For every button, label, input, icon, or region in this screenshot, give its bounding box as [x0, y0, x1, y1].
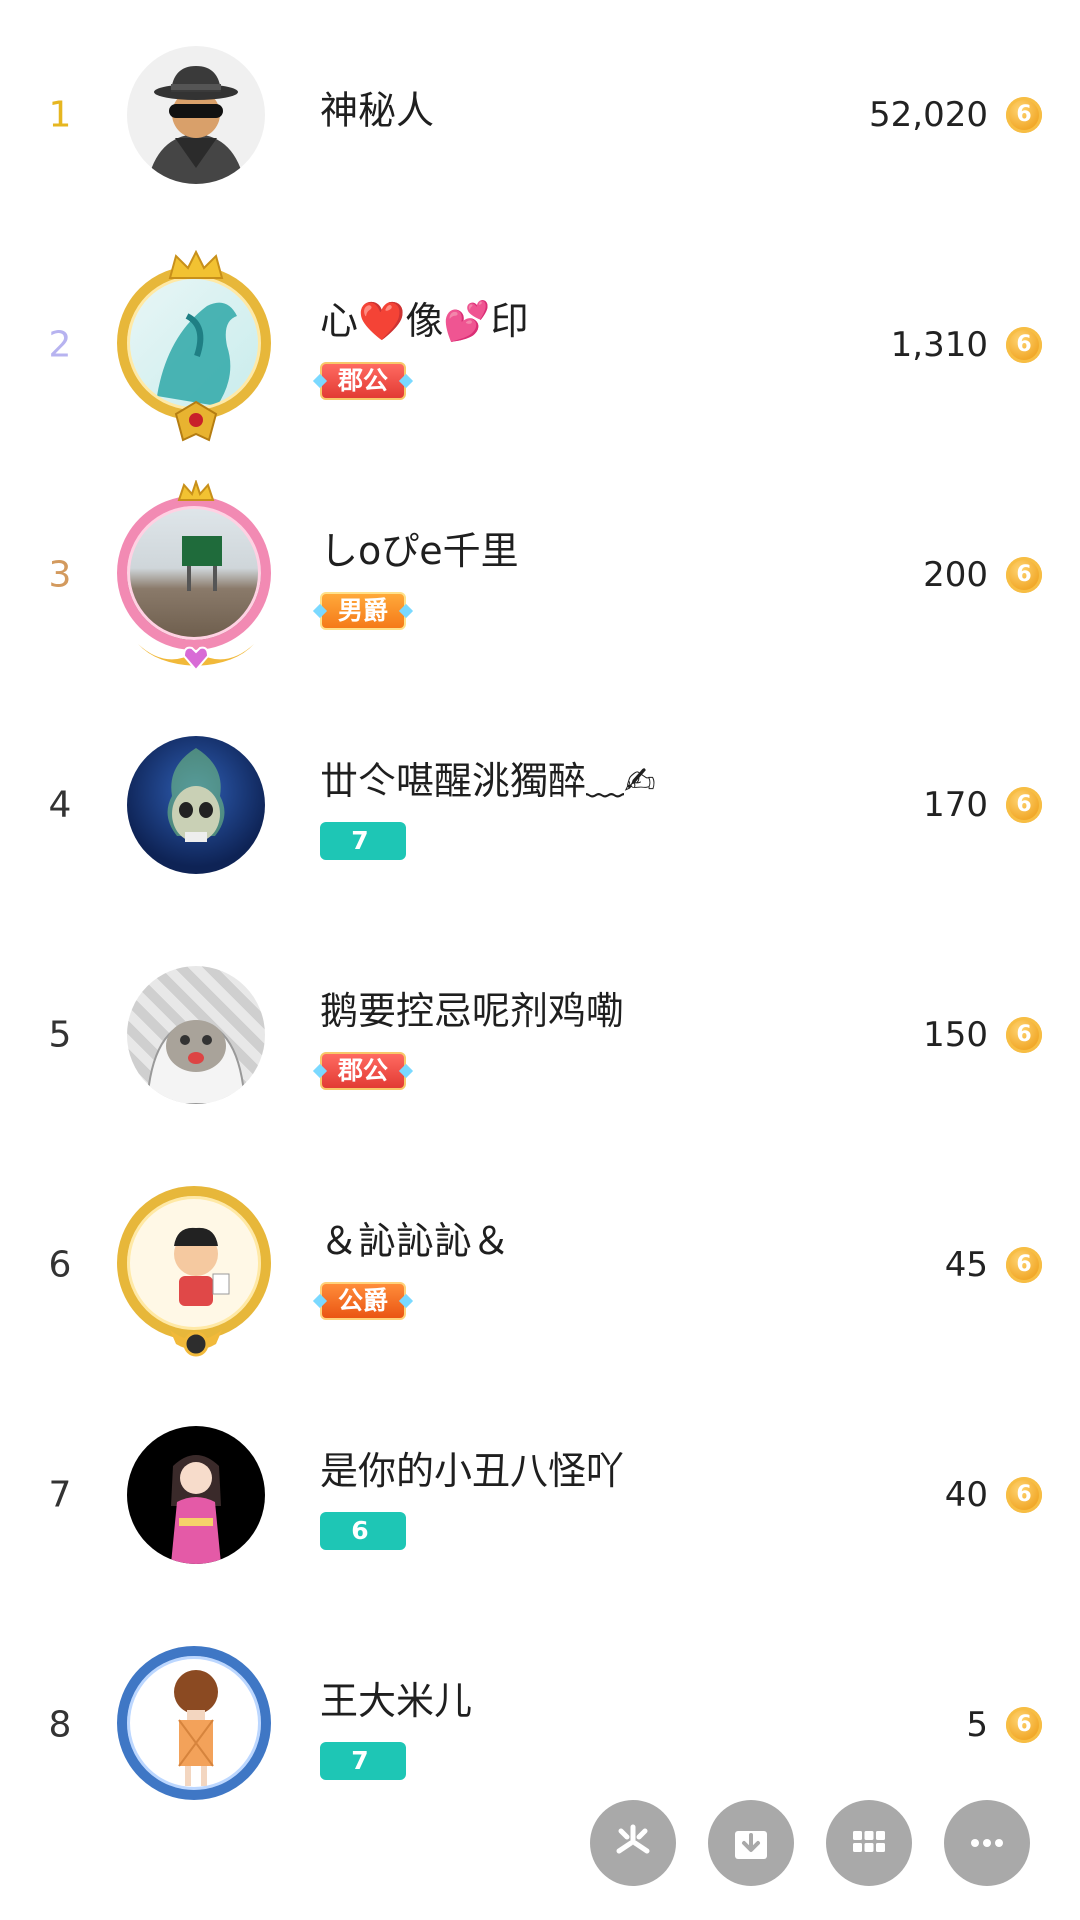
- score-value: 52,020: [869, 95, 988, 135]
- user-name[interactable]: 王大米儿: [320, 1670, 472, 1725]
- badge-label: 郡公: [337, 1056, 388, 1085]
- rank-badge: 6 富: [320, 1512, 406, 1583]
- avatar[interactable]: [117, 1646, 271, 1800]
- coin-icon: 6: [1006, 1477, 1042, 1513]
- grid-icon: [853, 1831, 885, 1852]
- rank-number: 8: [48, 1704, 72, 1746]
- ranking-row[interactable]: 1 神秘人 52,020 6: [0, 0, 1080, 230]
- avatar-frame: [117, 266, 271, 420]
- more-button[interactable]: [944, 1800, 1030, 1886]
- ranking-row[interactable]: 6 ＆訫訫訫＆ 公爵 45 6: [0, 1150, 1080, 1380]
- ranking-list: 1 神秘人 52,020 6 2 心❤️像💕印 郡公 1,310 6 3 しoぴ…: [0, 0, 1080, 1840]
- rank-number: 6: [48, 1244, 72, 1286]
- user-name[interactable]: ＆訫訫訫＆: [320, 1210, 510, 1265]
- ranking-row[interactable]: 2 心❤️像💕印 郡公 1,310 6: [0, 230, 1080, 460]
- rank-number: 7: [48, 1474, 72, 1516]
- score-value: 5: [966, 1705, 988, 1745]
- user-name[interactable]: 神秘人: [320, 80, 434, 135]
- avatar-frame: [117, 1646, 271, 1800]
- rank-number: 2: [48, 324, 72, 366]
- score-value: 40: [944, 1475, 988, 1515]
- rank-badge: 7 富: [320, 822, 406, 893]
- ranking-row[interactable]: 7 是你的小丑八怪吖 6 富 40 6: [0, 1380, 1080, 1610]
- rank-badge: 公爵: [312, 1282, 414, 1320]
- more-icon: [971, 1839, 1003, 1847]
- score-value: 170: [923, 785, 988, 825]
- badge-label: 男爵: [337, 596, 388, 625]
- coin-icon: 6: [1006, 557, 1042, 593]
- user-name[interactable]: 是你的小丑八怪吖: [320, 1440, 624, 1495]
- ranking-row[interactable]: 3 しoぴe千里 男爵 200 6: [0, 460, 1080, 690]
- rank-number: 3: [48, 554, 72, 596]
- score-value: 1,310: [890, 325, 988, 365]
- coin-icon: 6: [1006, 1017, 1042, 1053]
- rank-number: 4: [48, 784, 72, 826]
- sparkle-button[interactable]: [590, 1800, 676, 1886]
- score-value: 200: [923, 555, 988, 595]
- avatar[interactable]: [127, 966, 265, 1104]
- user-name[interactable]: しoぴe千里: [320, 520, 519, 575]
- score-value: 150: [923, 1015, 988, 1055]
- sparkle-icon: [616, 1824, 650, 1854]
- avatar-skull-image: [167, 748, 225, 842]
- grid-button[interactable]: [826, 1800, 912, 1886]
- avatar[interactable]: [127, 1426, 265, 1564]
- download-button[interactable]: [708, 1800, 794, 1886]
- rank-badge: 7 富: [320, 1742, 406, 1813]
- avatar[interactable]: [127, 46, 265, 184]
- heart-wing-ornament-icon: [138, 644, 254, 672]
- user-name[interactable]: 丗仒啿醒洮獨醉﹏✍: [320, 750, 656, 805]
- avatar[interactable]: [117, 250, 271, 442]
- crown-icon: [177, 480, 215, 501]
- download-icon: [735, 1831, 767, 1859]
- avatar[interactable]: [117, 480, 271, 672]
- coin-icon: 6: [1006, 327, 1042, 363]
- user-name[interactable]: 鹅要控忌呢剂鸡嘞: [320, 980, 624, 1035]
- rank-badge: 男爵: [312, 592, 414, 630]
- medal-ornament-icon: [170, 1330, 222, 1357]
- avatar[interactable]: [127, 736, 265, 874]
- coin-icon: 6: [1006, 787, 1042, 823]
- rank-badge: 郡公: [312, 362, 414, 400]
- score-value: 45: [944, 1245, 988, 1285]
- coin-icon: 6: [1006, 97, 1042, 133]
- floating-action-bar: [0, 1800, 1080, 1900]
- avatar-frame: [117, 1186, 271, 1340]
- badge-label: 郡公: [337, 366, 388, 395]
- ranking-row[interactable]: 5 鹅要控忌呢剂鸡嘞 郡公 150 6: [0, 920, 1080, 1150]
- avatar-incognito-image: [147, 66, 245, 184]
- rank-number: 5: [48, 1014, 72, 1056]
- wing-ornament-icon: [174, 400, 218, 442]
- rank-badge: 郡公: [312, 1052, 414, 1090]
- avatar-anime-girl-image: [171, 1455, 221, 1564]
- coin-icon: 6: [1006, 1707, 1042, 1743]
- badge-label: 公爵: [337, 1286, 388, 1315]
- rank-number: 1: [48, 94, 72, 136]
- crown-icon: [168, 250, 224, 279]
- user-name[interactable]: 心❤️像💕印: [320, 290, 529, 345]
- avatar-frame: [117, 496, 271, 650]
- avatar-cat-image: [145, 1019, 247, 1104]
- ranking-row[interactable]: 4 丗仒啿醒洮獨醉﹏✍ 7 富 170 6: [0, 690, 1080, 920]
- avatar[interactable]: [117, 1186, 271, 1357]
- coin-icon: 6: [1006, 1247, 1042, 1283]
